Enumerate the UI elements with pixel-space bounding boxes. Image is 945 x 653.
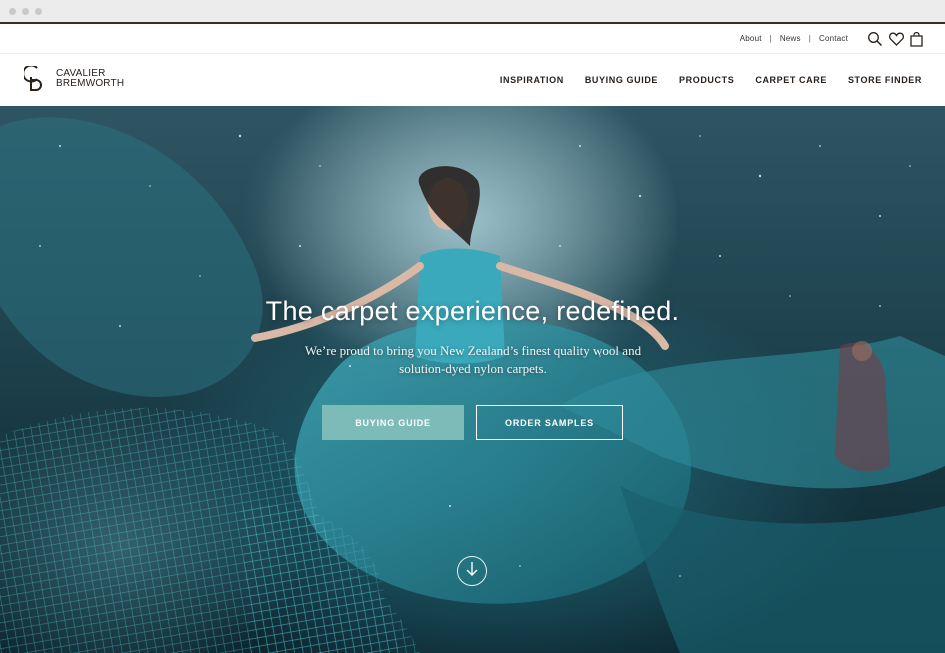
search-icon[interactable] — [867, 31, 883, 47]
nav-carpet-care[interactable]: CARPET CARE — [755, 75, 827, 85]
separator: | — [808, 34, 812, 43]
about-link[interactable]: About — [740, 34, 762, 43]
heart-icon[interactable] — [889, 32, 904, 46]
scroll-down-button[interactable] — [457, 556, 487, 586]
hero-subtitle: We’re proud to bring you New Zealand’s f… — [304, 343, 642, 376]
brand-logo[interactable]: CAVALIER BREMWORTH — [22, 64, 124, 92]
news-link[interactable]: News — [780, 34, 801, 43]
primary-navigation: INSPIRATION BUYING GUIDE PRODUCTS CARPET… — [479, 75, 922, 85]
hero-banner: The carpet experience, redefined. We’re … — [0, 106, 945, 653]
nav-store-finder[interactable]: STORE FINDER — [848, 75, 922, 85]
utility-bar: About | News | Contact — [0, 24, 945, 54]
nav-inspiration[interactable]: INSPIRATION — [500, 75, 564, 85]
utility-icons — [867, 31, 923, 47]
separator: | — [769, 34, 772, 43]
order-samples-button[interactable]: ORDER SAMPLES — [476, 405, 623, 440]
bag-icon[interactable] — [910, 31, 923, 47]
nav-products[interactable]: PRODUCTS — [679, 75, 734, 85]
window-close-dot[interactable] — [9, 8, 16, 15]
browser-chrome — [0, 0, 945, 22]
brand-name: CAVALIER BREMWORTH — [56, 69, 124, 89]
hero-title: The carpet experience, redefined. — [265, 296, 680, 326]
logo-mark-icon — [22, 64, 46, 92]
contact-link[interactable]: Contact — [819, 34, 848, 43]
buying-guide-button[interactable]: BUYING GUIDE — [322, 405, 464, 440]
main-nav: CAVALIER BREMWORTH INSPIRATION BUYING GU… — [0, 54, 945, 106]
brand-name-line2: BREMWORTH — [56, 78, 125, 89]
arrow-down-icon — [465, 561, 479, 582]
utility-links: About | News | Contact — [740, 34, 848, 43]
window-zoom-dot[interactable] — [35, 8, 42, 15]
nav-buying-guide[interactable]: BUYING GUIDE — [585, 75, 658, 85]
window-minimize-dot[interactable] — [22, 8, 29, 15]
